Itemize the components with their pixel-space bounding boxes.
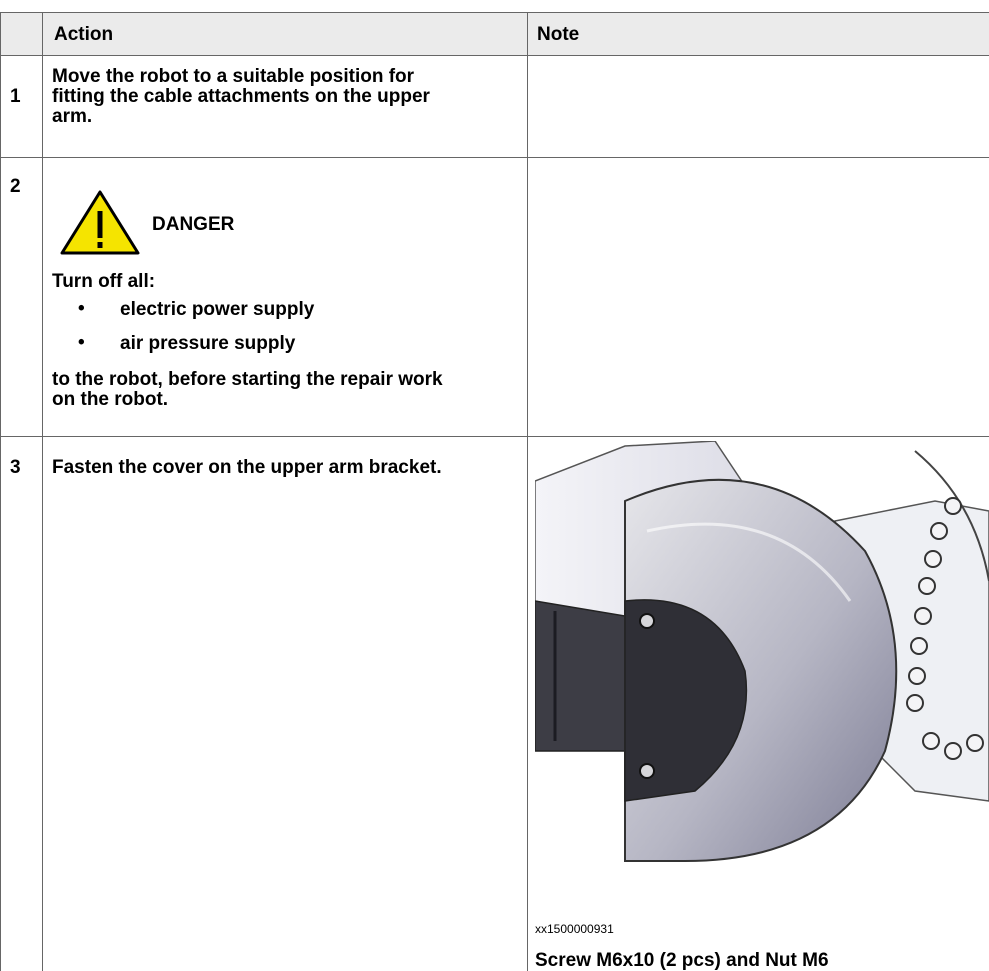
- row1-action-line1: Move the robot to a suitable position fo…: [52, 66, 415, 87]
- row3-step-number: 3: [10, 457, 21, 478]
- col2-divider: [527, 12, 528, 971]
- figure-id: xx1500000931: [535, 922, 614, 936]
- row1-action-line3: arm.: [52, 106, 93, 127]
- row1-action-line2: fitting the cable attachments on the upp…: [52, 86, 430, 107]
- danger-label: DANGER: [152, 214, 235, 235]
- row3-note-text: Screw M6x10 (2 pcs) and Nut M6: [535, 950, 829, 971]
- procedure-table: Action Note 1 Move the robot to a suitab…: [0, 0, 989, 971]
- bullet-dot-2: •: [78, 332, 85, 353]
- left-border: [0, 12, 1, 971]
- row2-step-number: 2: [10, 176, 21, 197]
- bullet-dot-1: •: [78, 298, 85, 319]
- row1-step-number: 1: [10, 86, 21, 107]
- row2-after-line2: on the robot.: [52, 389, 169, 410]
- header-bottom-border: [0, 55, 989, 56]
- cover-bracket-illustration: [535, 441, 989, 901]
- row3-action-text: Fasten the cover on the upper arm bracke…: [52, 457, 442, 478]
- row2-after-line1: to the robot, before starting the repair…: [52, 369, 443, 390]
- header-note: Note: [537, 24, 580, 45]
- header-action: Action: [54, 24, 114, 45]
- row2-bottom-border: [0, 436, 989, 437]
- col1-divider: [42, 12, 43, 971]
- turn-off-text: Turn off all:: [52, 271, 156, 292]
- bullet-item-2: air pressure supply: [120, 333, 296, 354]
- table-header-row: [0, 12, 989, 55]
- warning-triangle-icon: [60, 190, 140, 255]
- table-top-border: [0, 12, 989, 13]
- bullet-item-1: electric power supply: [120, 299, 315, 320]
- row1-bottom-border: [0, 157, 989, 158]
